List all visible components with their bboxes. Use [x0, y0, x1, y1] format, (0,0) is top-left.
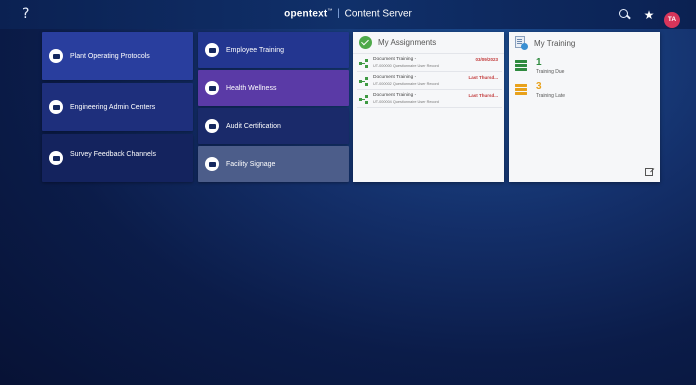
trademark: ™ [327, 8, 333, 14]
stacked-list-icon [515, 84, 527, 95]
assignments-header[interactable]: My Assignments [353, 32, 504, 54]
training-title: My Training [534, 38, 576, 48]
folder-icon [49, 151, 63, 165]
assignment-title: Document Training - [373, 75, 417, 80]
tile-label: Plant Operating Protocols [70, 52, 150, 60]
tile-plant-operating-protocols[interactable]: Plant Operating Protocols [42, 32, 193, 80]
assignment-due: 03/09/2023 [475, 57, 498, 62]
workflow-icon [359, 59, 368, 68]
assignment-title: Document Training - [373, 57, 417, 62]
folder-icon [205, 157, 219, 171]
my-assignments-widget: My Assignments Document Training - UT-00… [353, 32, 504, 182]
workflow-icon [359, 95, 368, 104]
assignment-subtitle: UT-000000 Questionnaire User Record [373, 64, 439, 68]
brand: opentext™ | Content Server [284, 8, 412, 19]
tile-label: Audit Certification [226, 122, 281, 130]
assignment-item[interactable]: Document Training - UT-000002 Questionna… [357, 72, 502, 90]
tile-facility-signage[interactable]: Facility Signage [198, 146, 349, 182]
folder-icon [49, 49, 63, 63]
folder-icon [205, 81, 219, 95]
assignment-title: Document Training - [373, 93, 417, 98]
assignment-due: Last Thursd... [468, 75, 498, 80]
training-document-icon [515, 36, 528, 50]
tile-employee-training[interactable]: Employee Training [198, 32, 349, 68]
folder-icon [205, 119, 219, 133]
assignment-item[interactable]: Document Training - UT-000000 Questionna… [357, 54, 502, 72]
tile-label: Health Wellness [226, 84, 277, 92]
training-late-stat[interactable]: 3 Training Late [515, 81, 595, 106]
brand-separator: | [337, 8, 340, 20]
stacked-list-icon [515, 60, 527, 71]
training-late-label: Training Late [536, 93, 565, 99]
training-late-count: 3 [536, 81, 542, 92]
assignment-subtitle: UT-000002 Questionnaire User Record [373, 82, 439, 86]
tile-audit-certification[interactable]: Audit Certification [198, 108, 349, 144]
assignments-title: My Assignments [378, 38, 437, 47]
training-header[interactable]: My Training [509, 32, 660, 54]
help-icon[interactable]: ? [22, 6, 29, 22]
tile-label: Survey Feedback Channels [70, 151, 156, 158]
assignment-subtitle: UT-000004 Questionnaire User Record [373, 100, 439, 104]
folder-icon [49, 100, 63, 114]
opentext-logo: opentext [284, 8, 328, 20]
assignment-item[interactable]: Document Training - UT-000004 Questionna… [357, 90, 502, 108]
user-avatar[interactable]: TA [664, 12, 680, 28]
assignment-due: Last Thursd... [468, 93, 498, 98]
training-due-label: Training Due [536, 69, 565, 75]
tile-label: Facility Signage [226, 160, 276, 168]
top-bar: ? opentext™ | Content Server ★ [0, 0, 696, 29]
tile-label: Employee Training [226, 46, 284, 54]
favorites-icon[interactable]: ★ [641, 7, 657, 23]
check-circle-icon [359, 36, 372, 49]
tile-health-wellness[interactable]: Health Wellness [198, 70, 349, 106]
product-name: Content Server [344, 8, 412, 20]
folder-icon [205, 43, 219, 57]
tile-engineering-admin-centers[interactable]: Engineering Admin Centers [42, 83, 193, 131]
open-external-icon[interactable] [645, 168, 653, 176]
tile-survey-feedback-channels[interactable]: Survey Feedback Channels [42, 134, 193, 182]
training-due-stat[interactable]: 1 Training Due [515, 57, 595, 82]
training-due-count: 1 [536, 57, 542, 68]
tile-label: Engineering Admin Centers [70, 103, 156, 111]
my-training-widget: My Training [509, 32, 660, 182]
workflow-icon [359, 77, 368, 86]
search-icon[interactable] [616, 7, 632, 23]
